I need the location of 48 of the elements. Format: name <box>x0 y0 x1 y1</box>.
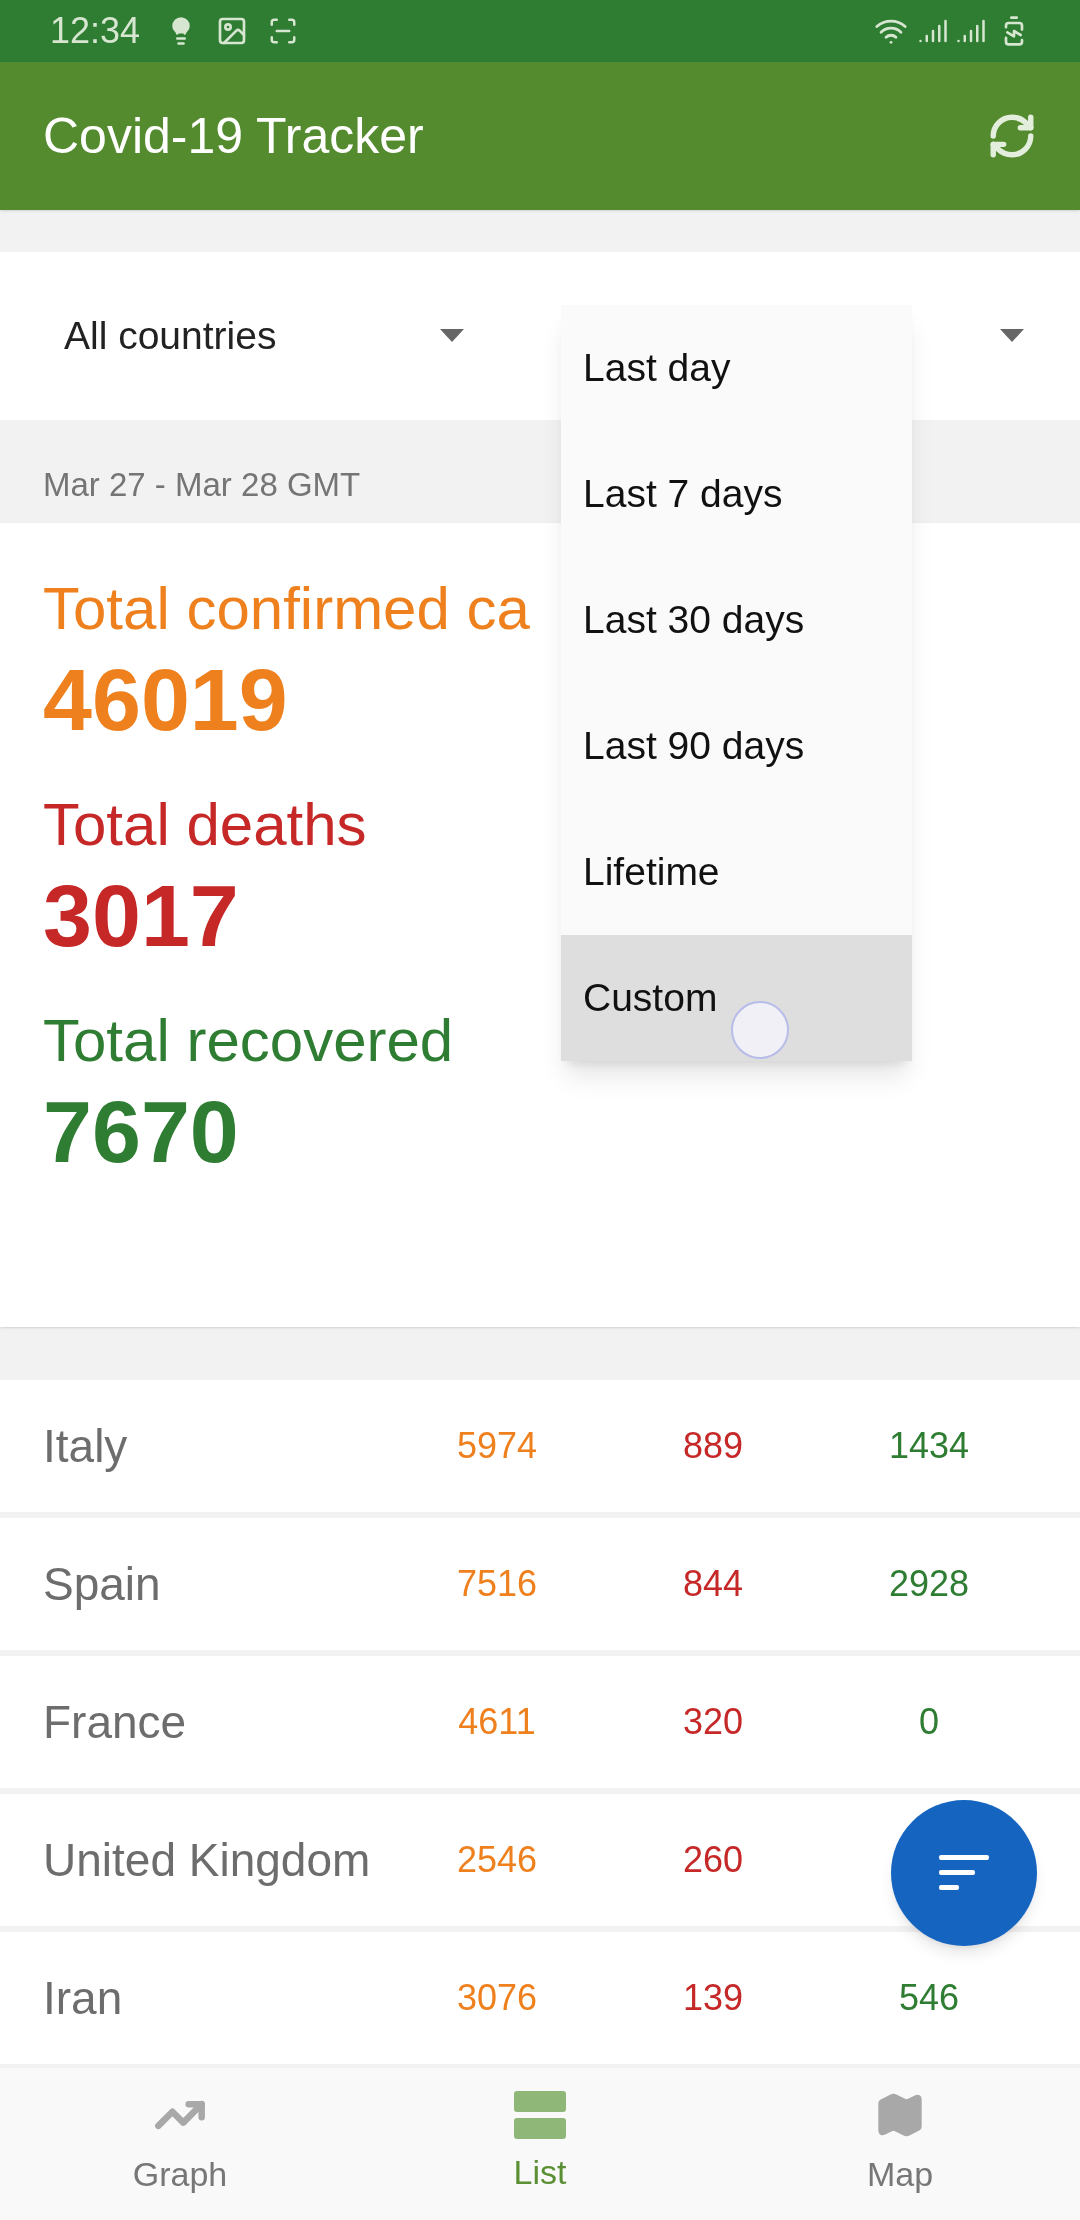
count-cell-text: 546 <box>898 1976 960 2020</box>
dropdown-caret-icon[interactable] <box>1000 329 1024 343</box>
count-cell-text: 0 <box>919 1700 939 1744</box>
count-cell-text: 7516 <box>456 1562 538 1606</box>
menu-item[interactable]: Last day <box>561 305 912 431</box>
date-range-label: Mar 27 - Mar 28 GMT <box>43 464 361 505</box>
count-cell-text: 2546 <box>456 1838 538 1882</box>
nav-tab[interactable]: List <box>360 2068 720 2220</box>
country-name: United Kingdom <box>43 1832 372 1888</box>
count-cell-text: 139 <box>682 1976 744 2020</box>
count-cell-text: 889 <box>682 1424 744 1468</box>
nav-tab[interactable]: Map <box>720 2068 1080 2220</box>
count-cell-text: 1434 <box>888 1424 970 1468</box>
status-time: 12:34 <box>50 9 141 53</box>
list-icon <box>514 2090 566 2139</box>
count-cell-text: 5974 <box>456 1424 538 1468</box>
total-value: 3017 <box>43 865 239 967</box>
total-label: Total recovered <box>43 1006 454 1076</box>
menu-item[interactable]: Last 90 days <box>561 683 912 809</box>
total-label: Total deaths <box>43 790 367 860</box>
count-cell-text: 320 <box>682 1700 744 1744</box>
sort-icon <box>939 1855 989 1891</box>
count-cell-text: 2928 <box>888 1562 970 1606</box>
country-name: Iran <box>43 1970 124 2026</box>
country-row[interactable]: Iran 3076 139 546 <box>0 1932 1080 2064</box>
menu-item[interactable]: Custom <box>561 935 912 1061</box>
country-row[interactable]: Spain 7516 844 2928 <box>0 1518 1080 1650</box>
country-name: Spain <box>43 1556 162 1612</box>
country-name: Italy <box>43 1418 129 1474</box>
menu-item[interactable]: Last 30 days <box>561 557 912 683</box>
country-row[interactable]: Italy 5974 889 1434 <box>0 1380 1080 1512</box>
nav-tab[interactable]: Graph <box>0 2068 360 2220</box>
count-cell-text: 4611 <box>458 1700 536 1744</box>
country-name: France <box>43 1694 188 1750</box>
total-label: Total confirmed ca <box>43 574 530 644</box>
country-dropdown[interactable]: All countries <box>64 306 277 366</box>
count-cell-text: 3076 <box>456 1976 538 2020</box>
menu-item[interactable]: Lifetime <box>561 809 912 935</box>
country-row[interactable]: France 4611 320 0 <box>0 1656 1080 1788</box>
screen-record-icon <box>268 16 299 46</box>
total-value: 46019 <box>43 649 288 751</box>
count-cell-text: 260 <box>682 1838 744 1882</box>
menu-item[interactable]: Last 7 days <box>561 431 912 557</box>
touch-indicator-icon <box>731 1001 789 1059</box>
count-cell-text: 844 <box>682 1562 744 1606</box>
dropdown-caret-icon[interactable] <box>440 329 464 343</box>
app-title: Covid-19 Tracker <box>43 106 425 166</box>
total-value: 7670 <box>43 1081 239 1183</box>
